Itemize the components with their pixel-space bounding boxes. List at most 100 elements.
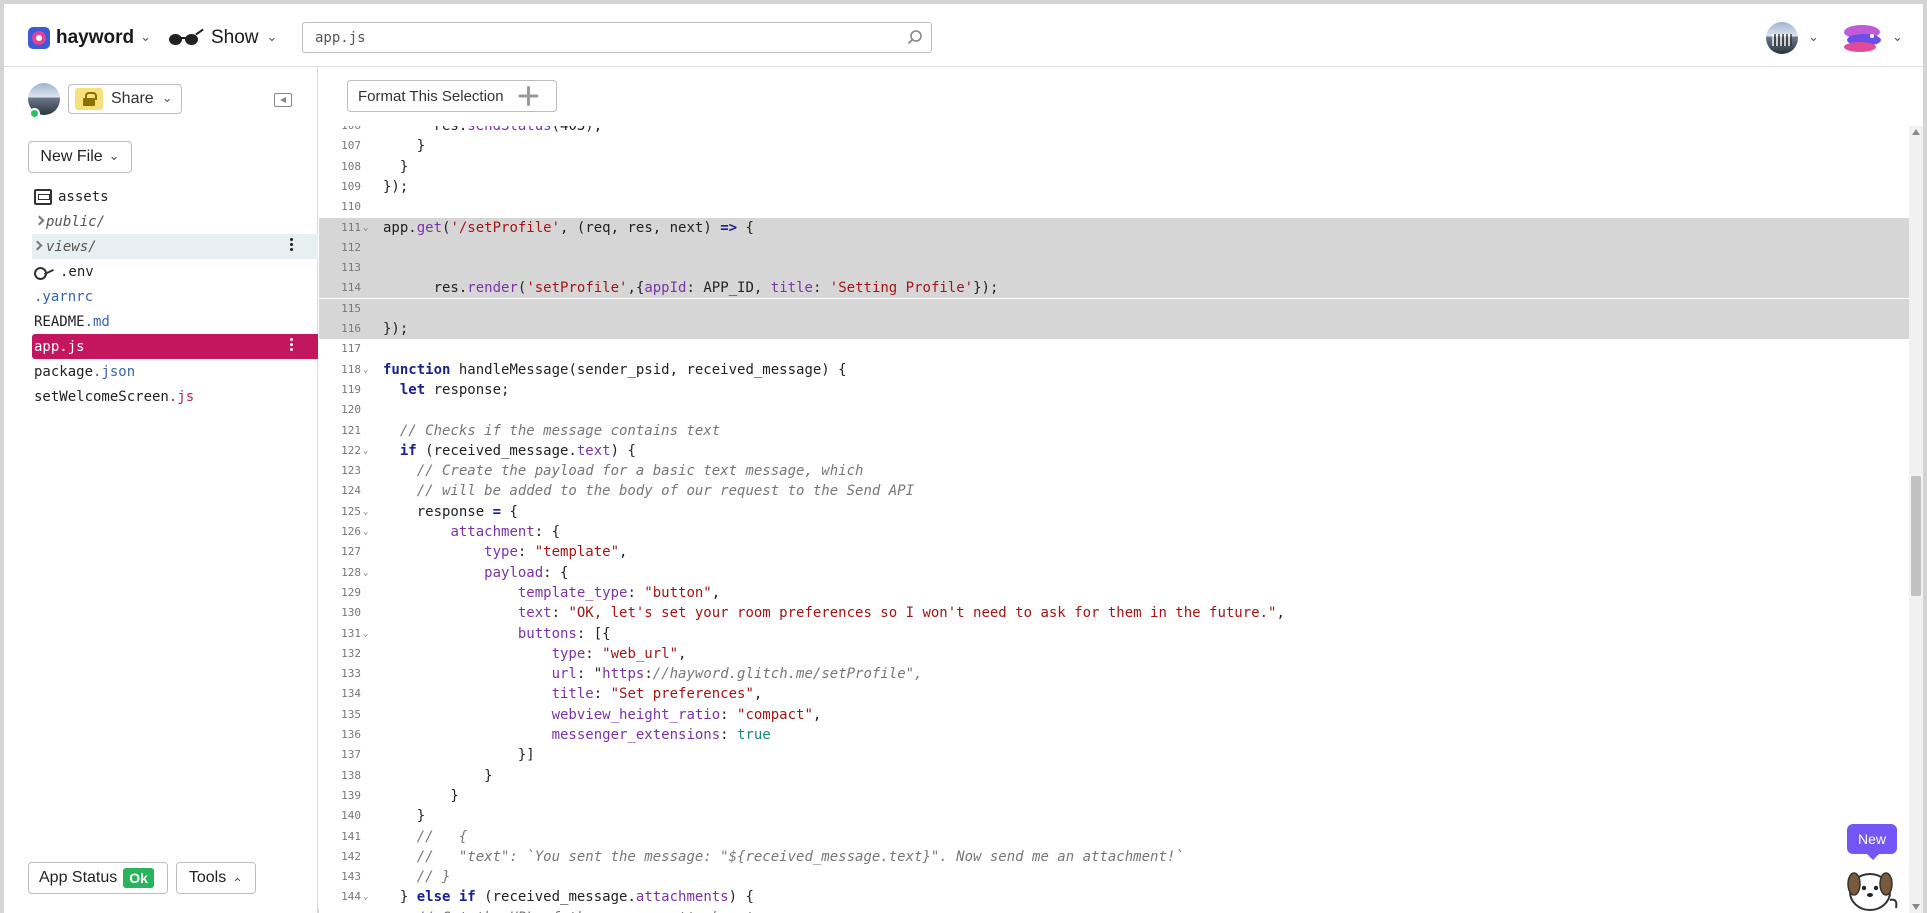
- code-line[interactable]: 136 messenger_extensions: true: [319, 725, 1909, 745]
- code-line[interactable]: 109});: [319, 177, 1909, 197]
- code-line[interactable]: 118 ⌄ function handleMessage(sender_psid, …: [319, 360, 1909, 380]
- share-button[interactable]: Share ⌄: [68, 84, 182, 114]
- line-number: 119: [341, 382, 361, 396]
- code-text: }: [383, 767, 493, 784]
- code-line[interactable]: 125 ⌄ response = {: [319, 502, 1909, 522]
- line-number: 135: [341, 707, 361, 721]
- code-line[interactable]: 135 webview_height_ratio: "compact",: [319, 705, 1909, 725]
- code-line[interactable]: 139 }: [319, 786, 1909, 806]
- top-header: hayword ⌄ Show ⌄ ⌄ ⌄: [4, 4, 1923, 67]
- fold-chevron-icon[interactable]: ⌄: [363, 624, 368, 644]
- file-tree-item[interactable]: package.json: [34, 359, 318, 384]
- code-line[interactable]: 140 }: [319, 806, 1909, 826]
- code-line[interactable]: 144 ⌄ } else if (received_message.attachm…: [319, 887, 1909, 907]
- code-line[interactable]: 127 type: "template",: [319, 542, 1909, 562]
- more-options-icon[interactable]: [290, 338, 294, 354]
- line-number: 131: [341, 626, 361, 640]
- show-button[interactable]: Show ⌄: [169, 26, 277, 50]
- search-input[interactable]: [303, 23, 893, 52]
- fold-chevron-icon[interactable]: ⌄: [363, 502, 368, 522]
- line-number: 113: [341, 261, 361, 275]
- scrollbar-thumb[interactable]: [1911, 476, 1921, 596]
- vertical-scrollbar[interactable]: [1909, 126, 1923, 913]
- code-line[interactable]: 137 }]: [319, 745, 1909, 765]
- fold-chevron-icon[interactable]: ⌄: [363, 218, 368, 238]
- search-icon[interactable]: [907, 29, 923, 45]
- code-text: });: [383, 178, 409, 195]
- code-line[interactable]: 134 title: "Set preferences",: [319, 684, 1909, 704]
- file-tree-item[interactable]: setWelcomeScreen.js: [34, 384, 318, 409]
- code-line[interactable]: 126 ⌄ attachment: {: [319, 522, 1909, 542]
- code-line[interactable]: 122 ⌄ if (received_message.text) {: [319, 441, 1909, 461]
- code-line[interactable]: 113: [319, 258, 1909, 279]
- code-line[interactable]: 108 }: [319, 157, 1909, 177]
- code-line[interactable]: 131 ⌄ buttons: [{: [319, 624, 1909, 644]
- scroll-up-icon[interactable]: [1912, 129, 1920, 135]
- code-line[interactable]: 145 // Get the URL of the message attach…: [319, 908, 1909, 913]
- project-menu-button[interactable]: hayword ⌄: [28, 26, 151, 50]
- line-number: 125: [341, 504, 361, 518]
- code-line[interactable]: 121 // Checks if the message contains te…: [319, 421, 1909, 441]
- code-text: }: [383, 158, 409, 175]
- code-line[interactable]: 117: [319, 339, 1909, 359]
- line-number: 108: [341, 159, 361, 173]
- code-line[interactable]: 132 type: "web_url",: [319, 644, 1909, 664]
- code-line[interactable]: 129 template_type: "button",: [319, 583, 1909, 603]
- line-number: 109: [341, 179, 361, 193]
- fold-chevron-icon[interactable]: ⌄: [363, 563, 368, 583]
- code-line[interactable]: 106 res.sendStatus(403);: [319, 126, 1909, 136]
- dog-mascot-icon[interactable]: [1840, 860, 1902, 913]
- code-line[interactable]: 116});: [319, 319, 1909, 339]
- file-extension: .md: [84, 313, 110, 330]
- code-line[interactable]: 130 text: "OK, let's set your room prefe…: [319, 603, 1909, 623]
- new-badge[interactable]: New: [1847, 824, 1897, 860]
- collaborator-avatar-menu[interactable]: ⌄: [1766, 22, 1819, 54]
- fold-chevron-icon[interactable]: ⌄: [363, 887, 368, 907]
- collapse-sidebar-icon[interactable]: [274, 93, 292, 107]
- code-line[interactable]: 143 // }: [319, 867, 1909, 887]
- code-line[interactable]: 141 // {: [319, 827, 1909, 847]
- code-line[interactable]: 124 // will be added to the body of our …: [319, 481, 1909, 501]
- code-text: // Checks if the message contains text: [399, 422, 721, 439]
- tools-label: Tools: [188, 869, 227, 886]
- code-area[interactable]: 106 res.sendStatus(403);107 }108 }109});…: [319, 126, 1909, 913]
- code-line[interactable]: 133 url: "https://hayword.glitch.me/setP…: [319, 664, 1909, 684]
- code-line[interactable]: 138 }: [319, 766, 1909, 786]
- code-line[interactable]: 128 ⌄ payload: {: [319, 563, 1909, 583]
- file-tree-item[interactable]: assets: [34, 184, 318, 209]
- line-number: 126: [341, 525, 361, 538]
- code-line[interactable]: 119 let response;: [319, 380, 1909, 400]
- format-selection-button[interactable]: Format This Selection: [347, 80, 557, 112]
- file-tree-item[interactable]: README.md: [34, 309, 318, 334]
- code-line[interactable]: 111 ⌄ app.get('/setProfile', (req, res, ne…: [319, 217, 1909, 238]
- new-file-button[interactable]: New File ⌄: [28, 141, 132, 173]
- fold-chevron-icon[interactable]: ⌄: [363, 522, 368, 542]
- code-text: }: [383, 787, 459, 804]
- file-basename: setWelcomeScreen: [34, 388, 169, 405]
- file-extension: .json: [93, 363, 136, 380]
- scroll-down-icon[interactable]: [1912, 904, 1920, 910]
- code-line[interactable]: 120: [319, 400, 1909, 420]
- code-line[interactable]: 123 // Create the payload for a basic te…: [319, 461, 1909, 481]
- file-tree-item[interactable]: public/: [34, 209, 318, 234]
- file-tree-item[interactable]: .yarnrc: [34, 284, 318, 309]
- user-menu[interactable]: ⌄: [1842, 22, 1903, 54]
- line-number: 128: [341, 565, 361, 579]
- file-tree-item[interactable]: views/: [32, 234, 318, 259]
- file-tree-item[interactable]: .env: [34, 259, 318, 284]
- fold-chevron-icon[interactable]: ⌄: [363, 441, 368, 461]
- fold-chevron-icon[interactable]: ⌄: [363, 360, 368, 380]
- code-line[interactable]: 107 }: [319, 136, 1909, 156]
- file-name: views/: [34, 239, 97, 255]
- code-text: // Create the payload for a basic text m…: [416, 463, 864, 480]
- code-line[interactable]: 115: [319, 298, 1909, 319]
- file-tree-item[interactable]: app.js: [32, 334, 318, 359]
- code-line[interactable]: 110: [319, 197, 1909, 217]
- code-line[interactable]: 114 res.render('setProfile',{appId: APP_…: [319, 278, 1909, 299]
- more-options-icon[interactable]: [290, 238, 294, 254]
- tools-button[interactable]: Tools ⌄: [176, 862, 256, 894]
- online-status-icon: [29, 108, 40, 119]
- code-line[interactable]: 112: [319, 237, 1909, 258]
- app-status-button[interactable]: App Status Ok: [28, 862, 168, 894]
- code-line[interactable]: 142 // "text": `You sent the message: "$…: [319, 847, 1909, 867]
